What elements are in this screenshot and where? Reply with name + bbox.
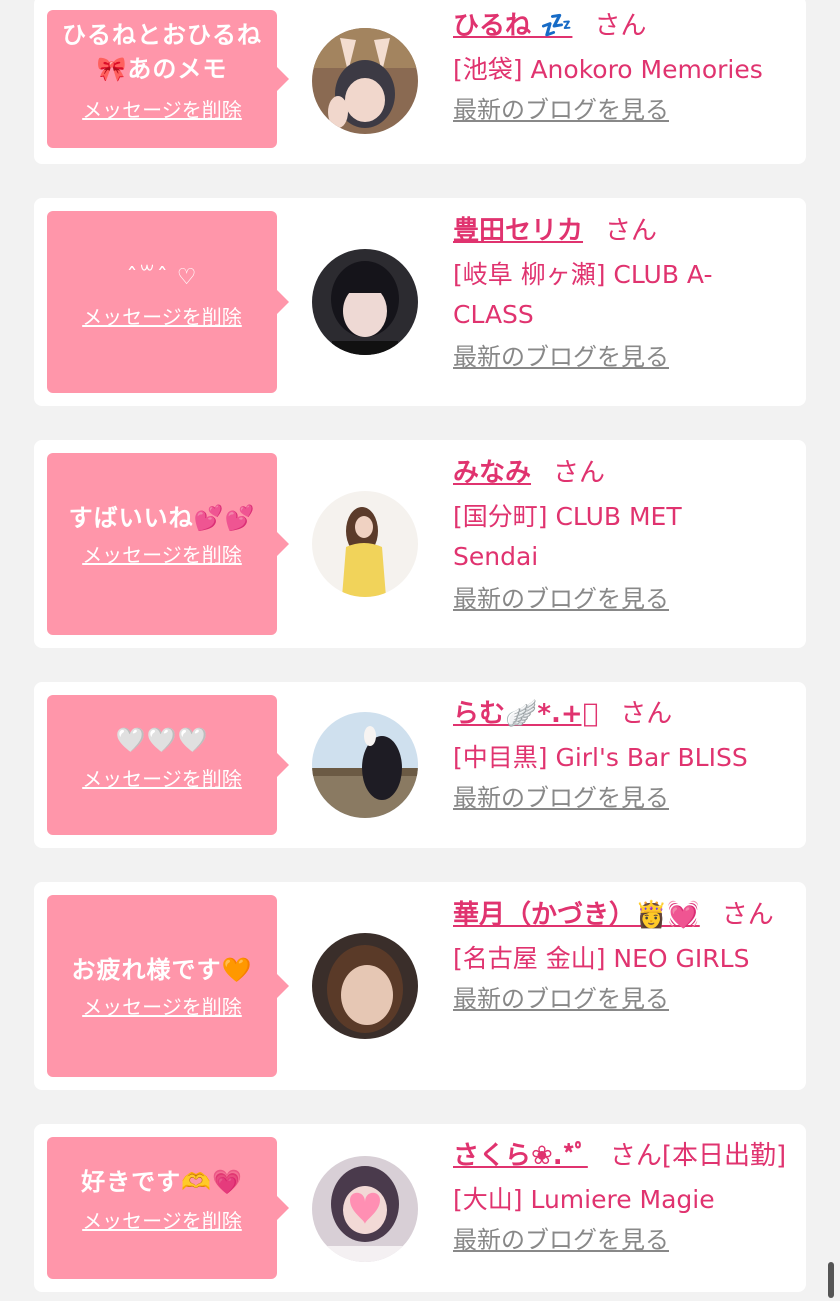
honorific: さん[本日出勤]	[609, 1141, 787, 1171]
cast-info: さくら❀.*ﾟ さん[本日出勤] [大山] Lumiere Magie 最新のブロ…	[453, 1138, 792, 1256]
delete-message-link[interactable]: メッセージを削除	[82, 301, 242, 330]
message-bubble: お疲れ様です🧡 メッセージを削除	[47, 895, 289, 1077]
message-text: 🎀あのメモ	[96, 55, 228, 83]
cast-info: ひるね 💤 さん [池袋] Anokoro Memories 最新のブログを見る	[453, 8, 792, 126]
latest-blog-link[interactable]: 最新のブログを見る	[453, 94, 669, 126]
list-item: ˆ꒳ˆ ♡ メッセージを削除 豊田セリカ さん [岐阜 柳ヶ瀬] CLUB A-C…	[34, 198, 806, 406]
message-text: お疲れ様です🧡	[71, 956, 253, 984]
delete-message-link[interactable]: メッセージを削除	[82, 763, 242, 792]
scrollbar[interactable]	[828, 1262, 834, 1298]
latest-blog-link[interactable]: 最新のブログを見る	[453, 983, 669, 1015]
message-text: 🤍🤍🤍	[115, 726, 209, 754]
list-item: お疲れ様です🧡 メッセージを削除 華月（かづき）👸💓 さん [名古屋 金山] NE…	[34, 882, 806, 1090]
honorific: さん	[605, 216, 658, 246]
honorific: さん	[620, 699, 673, 729]
message-bubble: 好きです🫶💗 メッセージを削除	[47, 1137, 289, 1279]
honorific: さん	[594, 11, 647, 41]
avatar[interactable]	[312, 28, 418, 134]
cast-name-link[interactable]: みなみ	[453, 458, 531, 488]
shop-label: [岐阜 柳ヶ瀬] CLUB A-CLASS	[453, 260, 713, 329]
latest-blog-link[interactable]: 最新のブログを見る	[453, 782, 669, 814]
message-text: すばいいね💕💕	[68, 504, 256, 532]
message-text: ˆ꒳ˆ ♡	[126, 265, 198, 290]
message-bubble: 🤍🤍🤍 メッセージを削除	[47, 695, 289, 835]
honorific: さん	[553, 458, 606, 488]
favorites-list: ひるねとおひるね 🎀あのメモ メッセージを削除 ひるね 💤 さん [池袋] Ano…	[0, 0, 840, 1301]
message-bubble: ˆ꒳ˆ ♡ メッセージを削除	[47, 211, 289, 393]
shop-label: [池袋] Anokoro Memories	[453, 55, 763, 84]
message-text: ひるねとおひるね	[62, 21, 262, 49]
message-bubble: すばいいね💕💕 メッセージを削除	[47, 453, 289, 635]
cast-name-link[interactable]: 豊田セリカ	[453, 216, 583, 246]
delete-message-link[interactable]: メッセージを削除	[82, 1205, 242, 1234]
list-item: 🤍🤍🤍 メッセージを削除 らむ🪽*.+ﾟ さん [中目黒] Girl's Bar …	[34, 682, 806, 848]
honorific: さん	[721, 900, 774, 930]
message-bubble: ひるねとおひるね 🎀あのメモ メッセージを削除	[47, 10, 289, 148]
list-item: すばいいね💕💕 メッセージを削除 みなみ さん [国分町] CLUB MET Se…	[34, 440, 806, 648]
delete-message-link[interactable]: メッセージを削除	[82, 991, 242, 1020]
message-text: 好きです🫶💗	[81, 1168, 243, 1196]
cast-info: 華月（かづき）👸💓 さん [名古屋 金山] NEO GIRLS 最新のブログを見る	[453, 897, 792, 1015]
latest-blog-link[interactable]: 最新のブログを見る	[453, 583, 669, 615]
cast-info: 豊田セリカ さん [岐阜 柳ヶ瀬] CLUB A-CLASS 最新のブログを見る	[453, 213, 792, 373]
delete-message-link[interactable]: メッセージを削除	[82, 539, 242, 568]
cast-name-link[interactable]: ひるね 💤	[453, 11, 572, 41]
shop-label: [名古屋 金山] NEO GIRLS	[453, 944, 750, 973]
avatar[interactable]	[312, 1156, 418, 1262]
latest-blog-link[interactable]: 最新のブログを見る	[453, 341, 669, 373]
cast-info: らむ🪽*.+ﾟ さん [中目黒] Girl's Bar BLISS 最新のブログを…	[453, 696, 792, 814]
cast-name-link[interactable]: 華月（かづき）👸💓	[453, 900, 700, 930]
list-item: ひるねとおひるね 🎀あのメモ メッセージを削除 ひるね 💤 さん [池袋] Ano…	[34, 0, 806, 164]
list-item: 好きです🫶💗 メッセージを削除 さくら❀.*ﾟ さん[本日出勤] [大山] Lum…	[34, 1124, 806, 1292]
cast-name-link[interactable]: さくら❀.*ﾟ	[453, 1141, 588, 1171]
shop-label: [中目黒] Girl's Bar BLISS	[453, 743, 748, 772]
avatar[interactable]	[312, 491, 418, 597]
shop-label: [国分町] CLUB MET Sendai	[453, 502, 682, 571]
avatar[interactable]	[312, 249, 418, 355]
shop-label: [大山] Lumiere Magie	[453, 1185, 715, 1214]
latest-blog-link[interactable]: 最新のブログを見る	[453, 1224, 669, 1256]
avatar[interactable]	[312, 933, 418, 1039]
cast-info: みなみ さん [国分町] CLUB MET Sendai 最新のブログを見る	[453, 455, 792, 615]
delete-message-link[interactable]: メッセージを削除	[82, 94, 242, 123]
avatar[interactable]	[312, 712, 418, 818]
cast-name-link[interactable]: らむ🪽*.+ﾟ	[453, 699, 598, 729]
